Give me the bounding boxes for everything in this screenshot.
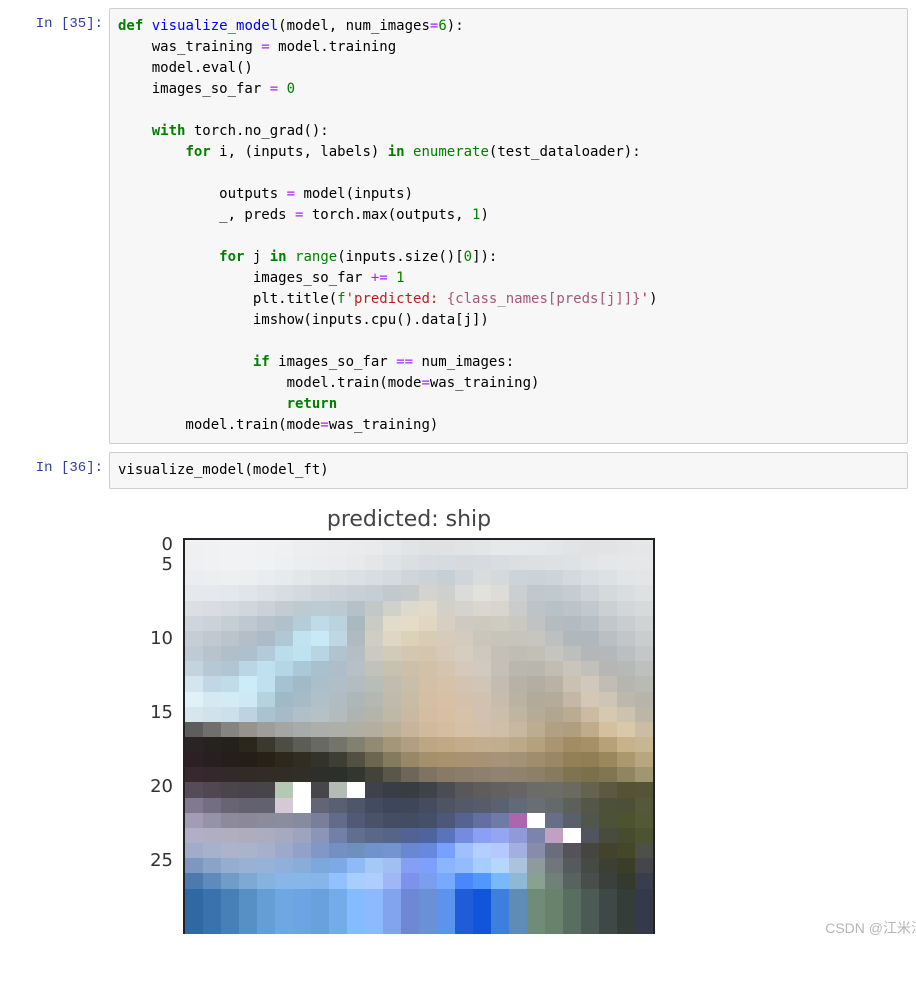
output-prompt	[8, 497, 109, 505]
output-cell: predicted: ship 0 5 10 15 20 25 CSDN @江米…	[8, 497, 908, 934]
y-axis-ticks: 0 5 10 15 20 25	[129, 538, 183, 928]
code-cell-36: In [36]: visualize_model(model_ft)	[8, 452, 908, 489]
matplotlib-figure: predicted: ship 0 5 10 15 20 25 CSDN @江米…	[129, 497, 689, 934]
chart-title: predicted: ship	[129, 507, 689, 532]
cell-prompt: In [35]:	[8, 8, 109, 32]
code-input-area[interactable]: visualize_model(model_ft)	[109, 452, 908, 489]
output-area: predicted: ship 0 5 10 15 20 25 CSDN @江米…	[109, 497, 908, 934]
code-block: def visualize_model(model, num_images=6)…	[118, 16, 899, 436]
imshow-canvas	[183, 538, 655, 934]
code-block: visualize_model(model_ft)	[118, 460, 899, 481]
code-cell-35: In [35]: def visualize_model(model, num_…	[8, 8, 908, 444]
code-input-area[interactable]: def visualize_model(model, num_images=6)…	[109, 8, 908, 444]
watermark: CSDN @江米江米	[825, 918, 916, 938]
cell-prompt: In [36]:	[8, 452, 109, 476]
